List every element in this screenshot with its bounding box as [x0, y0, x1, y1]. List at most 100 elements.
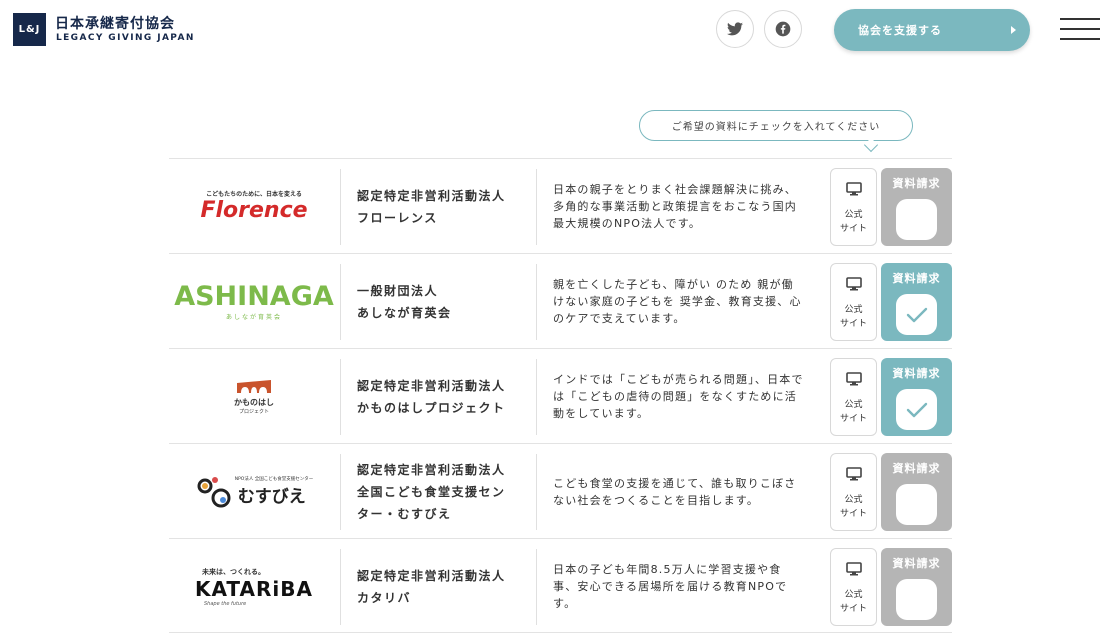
ashinaga-logo-word: ASHINAGA — [174, 281, 334, 312]
kamonohashi-logo-name: かものはし — [234, 397, 274, 407]
official-site-label-line2: サイト — [839, 509, 867, 519]
official-site-button[interactable]: 公式 サイト — [830, 358, 877, 436]
column-divider — [340, 169, 341, 245]
official-site-label: 公式 サイト — [840, 493, 867, 521]
official-site-label-line1: 公式 — [844, 495, 863, 505]
description-text: 日本の子ども年間8.5万人に学習支援や食事、安心できる居場所を届ける教育NPOで… — [553, 563, 788, 610]
facebook-button[interactable] — [764, 10, 802, 48]
florence-logo-word: Florence — [200, 198, 308, 223]
official-site-button[interactable]: 公式 サイト — [830, 168, 877, 246]
official-site-button[interactable]: 公式 サイト — [830, 453, 877, 531]
description-text: 日本の親子をとりまく社会課題解決に挑み、多角的な事業活動と政策提言をおこなう国内… — [553, 183, 797, 230]
request-materials-toggle[interactable]: 資料請求 — [881, 168, 952, 246]
official-site-button[interactable]: 公式 サイト — [830, 263, 877, 341]
organization-description: 日本の子ども年間8.5万人に学習支援や食事、安心できる居場所を届ける教育NPOで… — [553, 539, 805, 634]
twitter-button[interactable] — [716, 10, 754, 48]
ashinaga-logo: ASHINAGA あしなが育英会 — [169, 254, 339, 349]
official-site-label: 公式 サイト — [840, 588, 867, 616]
column-divider — [536, 169, 537, 245]
description-text: こども食堂の支援を通じて、誰も取りこぼさない社会をつくることを目指します。 — [553, 476, 797, 507]
column-divider — [536, 549, 537, 625]
organization-row: かものはし プロジェクト 認定特定非営利活動法人 かものはしプロジェクト インド… — [169, 348, 952, 443]
site-header: L&J 日本承継寄付協会 LEGACY GIVING JAPAN 協会を支援する — [0, 0, 1120, 60]
column-divider — [536, 454, 537, 530]
description-text: 親を亡くした子ども、障がい のため 親が働けない家庭の子どもを 奨学金、教育支援… — [553, 278, 802, 325]
column-divider — [340, 549, 341, 625]
official-site-label-line2: サイト — [839, 319, 867, 329]
musubie-logo-word: むすびえ — [237, 487, 306, 507]
request-materials-toggle[interactable]: 資料請求 — [881, 453, 952, 531]
organization-title-continued: ター・むすびえ — [357, 506, 452, 521]
checkmark-icon — [906, 307, 927, 322]
support-association-button[interactable]: 協会を支援する — [834, 9, 1030, 51]
hamburger-icon-middle-bar — [1060, 28, 1100, 30]
request-checkbox[interactable] — [896, 199, 937, 240]
organization-row: ASHINAGA あしなが育英会 一般財団法人 あしなが育英会 親を亡くした子ど… — [169, 253, 952, 348]
column-divider — [340, 454, 341, 530]
florence-logo-tagline: こどもたちのために、日本を変える — [206, 191, 302, 198]
organization-type: 一般財団法人 — [357, 283, 439, 298]
organization-row: NPO法人 全国こども食堂支援センター むすびえ 認定特定非営利活動法人 全国こ… — [169, 443, 952, 538]
organization-row: 未来は、つくれる。 KATARiBA Shape the future 認定特定… — [169, 538, 952, 633]
request-checkbox[interactable] — [896, 579, 937, 620]
musubie-logo-group: NPO法人 全国こども食堂支援センター むすびえ — [195, 474, 313, 510]
musubie-logo: NPO法人 全国こども食堂支援センター むすびえ — [169, 444, 339, 539]
official-site-label: 公式 サイト — [840, 303, 867, 331]
hamburger-menu-button[interactable] — [1060, 18, 1100, 40]
katariba-logo-word: KATARiBA — [195, 576, 313, 601]
organization-type: 認定特定非営利活動法人 — [357, 462, 506, 477]
organization-title: 全国こども食堂支援セン — [357, 484, 506, 499]
request-checkbox[interactable] — [896, 389, 937, 430]
organization-list: こどもたちのために、日本を変える Florence 認定特定非営利活動法人 フロ… — [169, 158, 952, 633]
checkmark-icon — [906, 402, 927, 417]
official-site-label-line2: サイト — [839, 224, 867, 234]
official-site-label-line2: サイト — [839, 604, 867, 614]
request-materials-toggle[interactable]: 資料請求 — [881, 358, 952, 436]
organization-title: かものはしプロジェクト — [357, 400, 506, 415]
organization-name: 認定特定非営利活動法人 フローレンス — [357, 159, 532, 254]
request-materials-toggle[interactable]: 資料請求 — [881, 548, 952, 626]
organization-description: こども食堂の支援を通じて、誰も取りこぼさない社会をつくることを目指します。 — [553, 444, 805, 539]
monitor-icon — [845, 372, 862, 386]
organization-title: フローレンス — [357, 210, 438, 225]
kamonohashi-logo: かものはし プロジェクト — [169, 349, 339, 444]
monitor-icon — [845, 182, 862, 196]
site-logo-mark[interactable]: L&J — [13, 13, 46, 46]
request-materials-label: 資料請求 — [892, 367, 941, 380]
request-materials-label: 資料請求 — [892, 272, 941, 285]
column-divider — [340, 264, 341, 340]
support-button-label: 協会を支援する — [858, 24, 942, 37]
request-materials-toggle[interactable]: 資料請求 — [881, 263, 952, 341]
official-site-button[interactable]: 公式 サイト — [830, 548, 877, 626]
selection-hint-bubble: ご希望の資料にチェックを入れてください — [639, 110, 913, 141]
column-divider — [340, 359, 341, 435]
organization-name: 認定特定非営利活動法人 カタリバ — [357, 539, 532, 634]
request-checkbox[interactable] — [896, 294, 937, 335]
organization-type: 認定特定非営利活動法人 — [357, 188, 506, 203]
request-materials-label: 資料請求 — [892, 462, 941, 475]
organization-description: インドでは「こどもが売られる問題」、日本では「こどもの虐待の問題」をなくすために… — [553, 349, 805, 444]
organization-type: 認定特定非営利活動法人 — [357, 568, 506, 583]
request-materials-label: 資料請求 — [892, 557, 941, 570]
hamburger-icon — [1060, 18, 1100, 20]
hamburger-icon-bottom-bar — [1060, 38, 1100, 40]
official-site-label-line1: 公式 — [844, 305, 863, 315]
site-logo-title-en[interactable]: LEGACY GIVING JAPAN — [56, 33, 195, 43]
request-checkbox[interactable] — [896, 484, 937, 525]
official-site-label: 公式 サイト — [840, 208, 867, 236]
site-logo-title-ja[interactable]: 日本承継寄付協会 — [55, 13, 175, 33]
organization-name: 一般財団法人 あしなが育英会 — [357, 254, 532, 349]
facebook-icon — [775, 21, 791, 37]
description-text: インドでは「こどもが売られる問題」、日本では「こどもの虐待の問題」をなくすために… — [553, 373, 804, 420]
organization-title: カタリバ — [357, 590, 412, 605]
twitter-icon — [727, 22, 743, 36]
organization-type: 認定特定非営利活動法人 — [357, 378, 506, 393]
monitor-icon — [845, 277, 862, 291]
ashinaga-logo-sub: あしなが育英会 — [225, 314, 282, 321]
column-divider — [536, 264, 537, 340]
organization-title: あしなが育英会 — [357, 305, 452, 320]
katariba-logo-sub: Shape the future — [204, 600, 247, 607]
official-site-label-line2: サイト — [839, 414, 867, 424]
organization-name: 認定特定非営利活動法人 全国こども食堂支援セン ター・むすびえ — [357, 444, 532, 539]
katariba-logo: 未来は、つくれる。 KATARiBA Shape the future — [169, 539, 339, 634]
